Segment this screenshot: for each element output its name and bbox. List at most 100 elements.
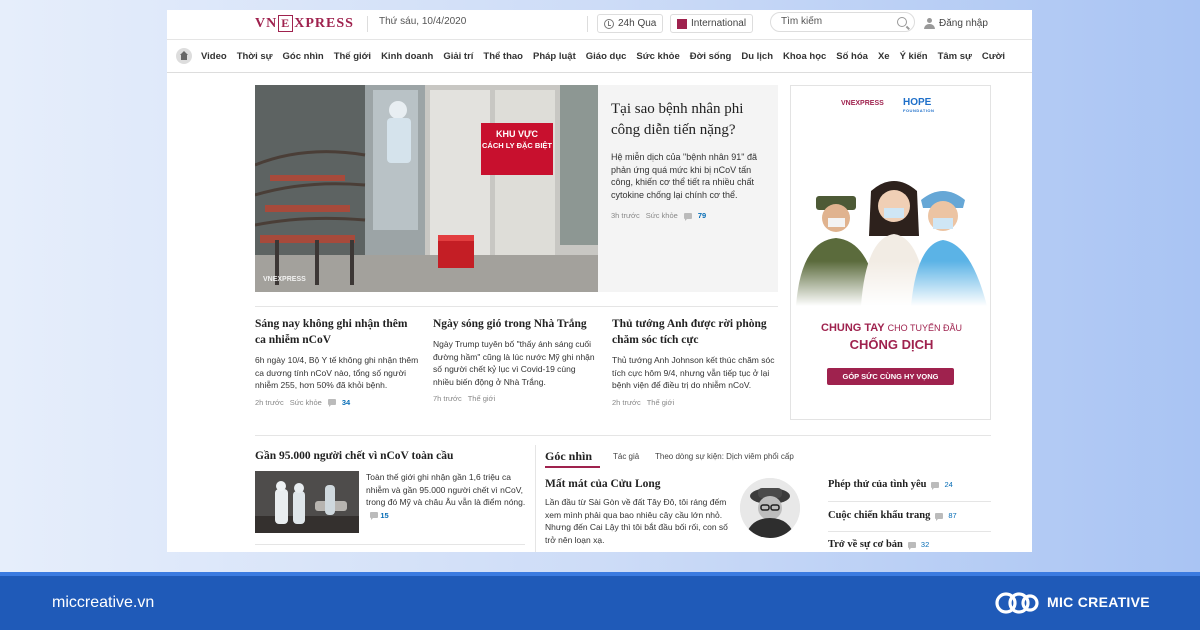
nav-item[interactable]: Xe: [878, 51, 890, 62]
site-url[interactable]: miccreative.vn: [52, 594, 154, 612]
article-desc: Ngày Trump tuyên bố "thấy ánh sáng cuối …: [433, 339, 595, 387]
watermark: VNEXPRESS: [263, 276, 306, 283]
divider: [255, 435, 991, 436]
nav-item[interactable]: Giáo dục: [586, 51, 627, 62]
article-title[interactable]: Ngày sóng gió trong Nhà Trắng: [433, 316, 598, 332]
side-article-comments[interactable]: 24: [944, 480, 952, 489]
nav-item[interactable]: Thể thao: [483, 51, 523, 62]
article-category[interactable]: Thế giới: [468, 394, 495, 403]
tab-author[interactable]: Tác giả: [613, 452, 639, 461]
nav-item[interactable]: Thế giới: [334, 51, 371, 62]
home-icon[interactable]: [176, 48, 192, 64]
comment-icon: [935, 512, 944, 521]
main-nav: Video Thời sự Góc nhìn Thế giới Kinh doanh Gi…: [167, 40, 1032, 73]
current-date: Thứ sáu, 10/4/2020: [379, 16, 467, 27]
browser-screenshot: VN E XPRESS Thứ sáu, 10/4/2020 24h Qua Int…: [167, 10, 1032, 552]
article-time: 7h trước: [433, 394, 462, 403]
bottom-article-title[interactable]: Gần 95.000 người chết vì nCoV toàn cầu: [255, 450, 453, 462]
advertisement-banner[interactable]: VNEXPRESS HOPE FOUNDATION CHUNG TAY CHO …: [790, 85, 991, 420]
side-article-comments[interactable]: 87: [948, 511, 956, 520]
nav-item[interactable]: Giải trí: [443, 51, 473, 62]
article-meta: 2h trước Sức khỏe 34: [255, 398, 420, 407]
hero-title[interactable]: Tại sao bệnh nhân phi công diễn tiến nặn…: [611, 99, 765, 141]
bottom-article-image[interactable]: [255, 471, 359, 533]
article-card: Thủ tướng Anh được rời phòng chăm sóc tí…: [612, 316, 778, 407]
nav-item[interactable]: Kinh doanh: [381, 51, 433, 62]
recent-24h-label: 24h Qua: [618, 18, 657, 29]
sign-line-2: CÁCH LY ĐẶC BIỆT: [481, 141, 552, 150]
nav-item[interactable]: Cười: [982, 51, 1005, 62]
article-meta: 2h trước Thế giới: [612, 398, 778, 407]
article-card: Ngày sóng gió trong Nhà Trắng Ngày Trump…: [433, 316, 598, 403]
divider: [255, 544, 525, 545]
side-article-title[interactable]: Trở về sự cơ bản: [828, 539, 903, 550]
side-article[interactable]: Cuộc chiến khẩu trang 87: [828, 510, 991, 521]
ad-headline-2: CHỐNG DỊCH: [849, 337, 934, 352]
nav-item[interactable]: Sức khỏe: [636, 51, 679, 62]
nav-items: Video Thời sự Góc nhìn Thế giới Kinh doanh Gi…: [201, 51, 1015, 62]
opinion-article-title[interactable]: Mất mát của Cửu Long: [545, 478, 661, 490]
author-avatar[interactable]: [740, 478, 800, 538]
article-desc: Thủ tướng Anh Johnson kết thúc chăm sóc …: [612, 355, 775, 390]
mic-creative-logo-icon: [995, 592, 1039, 614]
ad-line1-small: CHO TUYẾN ĐẦU: [887, 323, 962, 333]
hero-time: 3h trước: [611, 211, 640, 220]
frontline-workers-illustration: [791, 156, 990, 306]
hero-category[interactable]: Sức khỏe: [646, 211, 678, 220]
article-comments[interactable]: 34: [342, 398, 350, 407]
comment-icon: [907, 541, 916, 550]
tab-event[interactable]: Theo dòng sự kiện: Dịch viêm phổi cấp: [655, 452, 794, 461]
nav-item[interactable]: Tâm sự: [938, 51, 972, 62]
international-button[interactable]: International: [670, 14, 754, 33]
nav-item[interactable]: Ý kiến: [900, 51, 928, 62]
side-article-title[interactable]: Cuộc chiến khẩu trang: [828, 510, 930, 521]
goc-nhin-title[interactable]: Góc nhìn: [545, 449, 592, 464]
search-icon[interactable]: [897, 17, 907, 27]
nav-item[interactable]: Pháp luật: [533, 51, 576, 62]
ad-headline-1: CHUNG TAY CHO TUYẾN ĐẦU: [791, 322, 990, 334]
quarantine-sign: KHU VỰC CÁCH LY ĐẶC BIỆT: [481, 128, 553, 152]
hero-comments[interactable]: 79: [698, 211, 706, 220]
nav-item[interactable]: Đời sống: [690, 51, 732, 62]
login-button[interactable]: Đăng nhập: [924, 14, 988, 33]
side-article-comments[interactable]: 32: [921, 540, 929, 549]
comment-icon: [931, 481, 940, 490]
side-article-title[interactable]: Phép thử của tình yêu: [828, 479, 926, 490]
nav-item[interactable]: Số hóa: [836, 51, 868, 62]
comment-icon: [327, 399, 336, 407]
side-article[interactable]: Trở về sự cơ bản 32: [828, 539, 991, 550]
search-input[interactable]: Tìm kiếm: [770, 12, 915, 32]
sign-line-1: KHU VỰC: [496, 129, 538, 139]
side-article[interactable]: Phép thử của tình yêu 24: [828, 479, 991, 490]
article-meta: 7h trước Thế giới: [433, 394, 598, 403]
author-portrait: [740, 478, 800, 538]
bottom-article-comments[interactable]: 15: [380, 511, 388, 520]
article-title[interactable]: Sáng nay không ghi nhận thêm ca nhiễm nC…: [255, 316, 420, 348]
article-card: Sáng nay không ghi nhận thêm ca nhiễm nC…: [255, 316, 420, 407]
user-icon: [924, 18, 935, 29]
divider: [828, 501, 991, 502]
login-label: Đăng nhập: [939, 18, 988, 29]
comment-icon: [683, 212, 692, 221]
clock-icon: [604, 18, 614, 29]
nav-item[interactable]: Góc nhìn: [283, 51, 324, 62]
footer-bar: miccreative.vn MIC CREATIVE: [0, 572, 1200, 630]
hero-image[interactable]: KHU VỰC CÁCH LY ĐẶC BIỆT VNEXPRESS: [255, 85, 598, 292]
nav-item[interactable]: Du lịch: [741, 51, 773, 62]
hope-foundation-logo: HOPE FOUNDATION: [903, 97, 934, 113]
article-category[interactable]: Thế giới: [647, 398, 674, 407]
article-title[interactable]: Thủ tướng Anh được rời phòng chăm sóc tí…: [612, 316, 778, 348]
hope-sub-label: FOUNDATION: [903, 108, 935, 113]
protective-suits-photo: [255, 471, 359, 533]
nav-item[interactable]: Video: [201, 51, 227, 62]
article-category[interactable]: Sức khỏe: [290, 398, 322, 407]
hero-desc: Hệ miễn dịch của "bệnh nhân 91" đã phản …: [611, 152, 757, 200]
nav-item[interactable]: Khoa học: [783, 51, 826, 62]
comment-icon: [370, 511, 378, 520]
donate-button[interactable]: GÓP SỨC CÙNG HY VỌNG: [827, 368, 954, 385]
quarantine-photo: [255, 85, 598, 292]
nav-item[interactable]: Thời sự: [237, 51, 273, 62]
recent-24h-button[interactable]: 24h Qua: [597, 14, 664, 33]
site-logo[interactable]: VN E XPRESS: [255, 15, 354, 32]
divider: [535, 445, 536, 552]
